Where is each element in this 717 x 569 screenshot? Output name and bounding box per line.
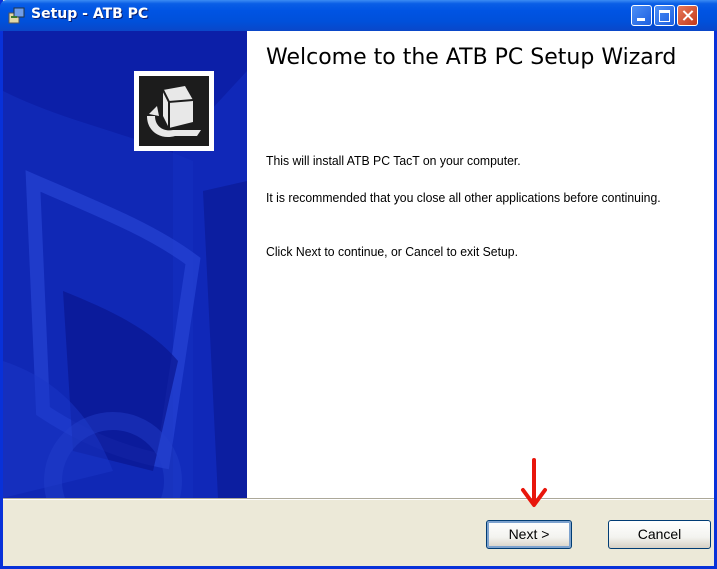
setup-logo-icon: [134, 71, 214, 151]
install-info-text: This will install ATB PC TacT on your co…: [266, 153, 521, 168]
close-icon[interactable]: [677, 5, 698, 26]
welcome-heading: Welcome to the ATB PC Setup Wizard: [266, 45, 677, 70]
next-button[interactable]: Next >: [486, 520, 572, 549]
button-area-divider: [3, 498, 714, 500]
setup-window: Setup - ATB PC Welcome to the ATB PC Set…: [0, 0, 717, 569]
red-down-arrow-icon: [521, 458, 547, 507]
minimize-icon[interactable]: [631, 5, 652, 26]
maximize-icon[interactable]: [654, 5, 675, 26]
setup-installer-icon: [8, 7, 25, 24]
wizard-content: Welcome to the ATB PC Setup Wizard This …: [247, 31, 714, 498]
wizard-banner-image: [3, 31, 247, 498]
window-title: Setup - ATB PC: [31, 6, 149, 22]
continue-instructions-text: Click Next to continue, or Cancel to exi…: [266, 244, 518, 259]
recommendation-text: It is recommended that you close all oth…: [266, 190, 661, 205]
title-bar[interactable]: Setup - ATB PC: [0, 0, 717, 31]
cancel-button[interactable]: Cancel: [608, 520, 711, 549]
